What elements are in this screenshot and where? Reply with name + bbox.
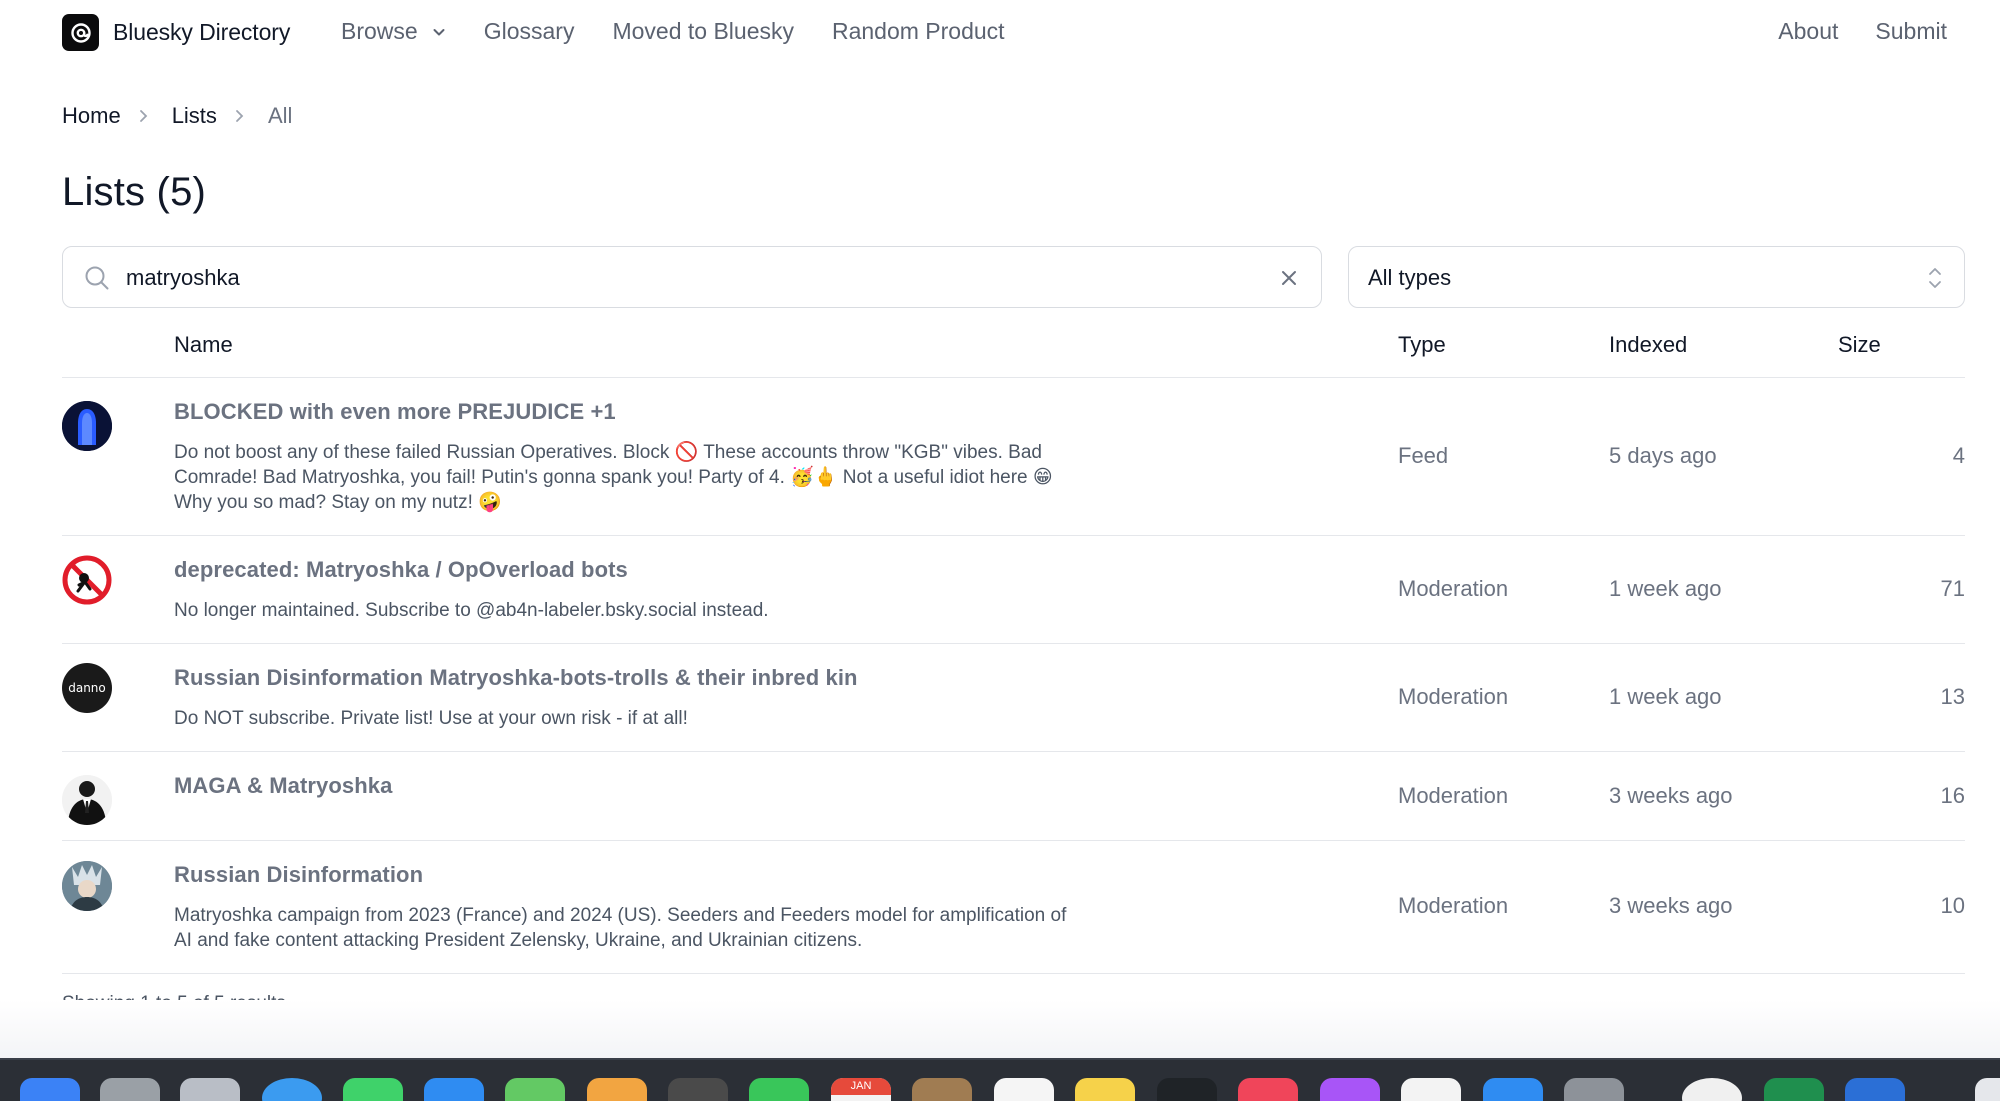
photos-icon[interactable]: [587, 1078, 647, 1101]
nav-browse[interactable]: Browse: [341, 18, 446, 45]
table-header: Name Type Indexed Size: [62, 323, 1965, 378]
table-row[interactable]: Russian Disinformation Matryoshka campai…: [62, 841, 1965, 974]
brand-link[interactable]: Bluesky Directory: [62, 14, 290, 51]
list-type: Moderation: [1398, 576, 1509, 601]
breadcrumb-all: All: [267, 103, 293, 128]
header-indexed[interactable]: Indexed: [1609, 332, 1687, 358]
brand-name: Bluesky Directory: [113, 19, 291, 45]
close-icon[interactable]: [1279, 268, 1299, 288]
list-type: Moderation: [1398, 783, 1509, 808]
table-row[interactable]: deprecated: Matryoshka / OpOverload bots…: [62, 536, 1965, 644]
avatar: [62, 861, 112, 911]
nav-glossary[interactable]: Glossary: [484, 18, 575, 45]
list-name[interactable]: Russian Disinformation Matryoshka-bots-t…: [174, 665, 858, 691]
nav-submit[interactable]: Submit: [1875, 18, 1947, 45]
safari-icon[interactable]: [262, 1078, 322, 1101]
list-type: Feed: [1398, 443, 1449, 468]
type-select[interactable]: All types: [1348, 246, 1965, 308]
nav-browse-label: Browse: [341, 18, 418, 44]
breadcrumb: Home Lists All: [62, 103, 292, 129]
page-title: Lists (5): [62, 170, 207, 214]
list-indexed: 1 week ago: [1609, 684, 1722, 709]
list-indexed: 3 weeks ago: [1609, 893, 1733, 918]
header-type[interactable]: Type: [1398, 332, 1446, 358]
maps-icon[interactable]: [505, 1078, 565, 1101]
list-type: Moderation: [1398, 684, 1509, 709]
avatar: danno: [62, 663, 112, 713]
list-type: Moderation: [1398, 893, 1509, 918]
list-size: 13: [1940, 684, 1965, 709]
document-icon[interactable]: [1975, 1078, 2000, 1101]
search-value: matryoshka: [126, 265, 240, 290]
header-name[interactable]: Name: [174, 332, 233, 358]
avatar: [62, 775, 112, 825]
avatar: [62, 401, 112, 451]
chevron-down-icon: [433, 28, 445, 35]
chrome-icon[interactable]: [1682, 1078, 1742, 1101]
list-description: Do NOT subscribe. Private list! Use at y…: [174, 708, 688, 729]
type-select-value: All types: [1368, 265, 1452, 290]
nav-moved-to-bluesky[interactable]: Moved to Bluesky: [612, 18, 794, 45]
top-nav: Bluesky Directory Browse Glossary Moved …: [0, 0, 2000, 66]
header-size[interactable]: Size: [1838, 332, 1881, 358]
finder-icon[interactable]: [20, 1078, 80, 1101]
list-size: 16: [1940, 783, 1965, 808]
list-description: Do not boost any of these failed Russian…: [174, 442, 1053, 513]
table-row[interactable]: MAGA & Matryoshka Moderation 3 weeks ago…: [62, 752, 1965, 841]
photo-booth-icon[interactable]: [668, 1078, 728, 1101]
facetime-icon[interactable]: [749, 1078, 809, 1101]
list-size: 4: [1952, 443, 1965, 468]
avatar: [62, 555, 112, 605]
list-size: 71: [1940, 576, 1965, 601]
table-row[interactable]: BLOCKED with even more PREJUDICE +1 Do n…: [62, 378, 1965, 536]
contacts-icon[interactable]: [912, 1078, 972, 1101]
chevron-right-icon: [236, 110, 244, 122]
mail-icon[interactable]: [424, 1078, 484, 1101]
app-store-icon[interactable]: [1483, 1078, 1543, 1101]
nav-random-product[interactable]: Random Product: [832, 18, 1005, 45]
apple-tv-icon[interactable]: [1157, 1078, 1217, 1101]
list-name[interactable]: MAGA & Matryoshka: [174, 773, 392, 799]
list-name[interactable]: BLOCKED with even more PREJUDICE +1: [174, 399, 616, 425]
list-indexed: 1 week ago: [1609, 576, 1722, 601]
reminders-icon[interactable]: [994, 1078, 1054, 1101]
search-input[interactable]: matryoshka: [62, 246, 1322, 308]
table-row[interactable]: danno Russian Disinformation Matryoshka-…: [62, 644, 1965, 752]
list-description: Matryoshka campaign from 2023 (France) a…: [174, 905, 1067, 951]
podcasts-icon[interactable]: [1320, 1078, 1380, 1101]
excel-icon[interactable]: [1764, 1078, 1824, 1101]
list-indexed: 5 days ago: [1609, 443, 1717, 468]
list-description: No longer maintained. Subscribe to @ab4n…: [174, 600, 769, 621]
calendar-icon[interactable]: JAN: [831, 1078, 891, 1101]
nav-about[interactable]: About: [1778, 18, 1838, 45]
chevron-right-icon: [139, 110, 147, 122]
chevron-up-down-icon: [1929, 268, 1941, 288]
notes-icon[interactable]: [1075, 1078, 1135, 1101]
avatar-label: danno: [68, 681, 106, 695]
system-settings-icon[interactable]: [1564, 1078, 1624, 1101]
calendar-month-label: JAN: [831, 1078, 891, 1095]
macos-dock: JAN: [0, 1058, 2000, 1101]
at-sign-logo-icon: [62, 14, 99, 51]
music-icon[interactable]: [1238, 1078, 1298, 1101]
list-size: 10: [1940, 893, 1965, 918]
list-name[interactable]: Russian Disinformation: [174, 862, 423, 888]
breadcrumb-home[interactable]: Home: [62, 103, 121, 129]
breadcrumb-lists[interactable]: Lists: [172, 103, 217, 129]
news-icon[interactable]: [1401, 1078, 1461, 1101]
launchpad-icon[interactable]: [180, 1078, 240, 1101]
search-icon: [85, 266, 109, 290]
calculator-icon[interactable]: [100, 1078, 160, 1101]
list-name[interactable]: deprecated: Matryoshka / OpOverload bots: [174, 557, 628, 583]
page-bottom-fade: [0, 1000, 2000, 1060]
list-indexed: 3 weeks ago: [1609, 783, 1733, 808]
messages-icon[interactable]: [343, 1078, 403, 1101]
outlook-icon[interactable]: [1845, 1078, 1905, 1101]
